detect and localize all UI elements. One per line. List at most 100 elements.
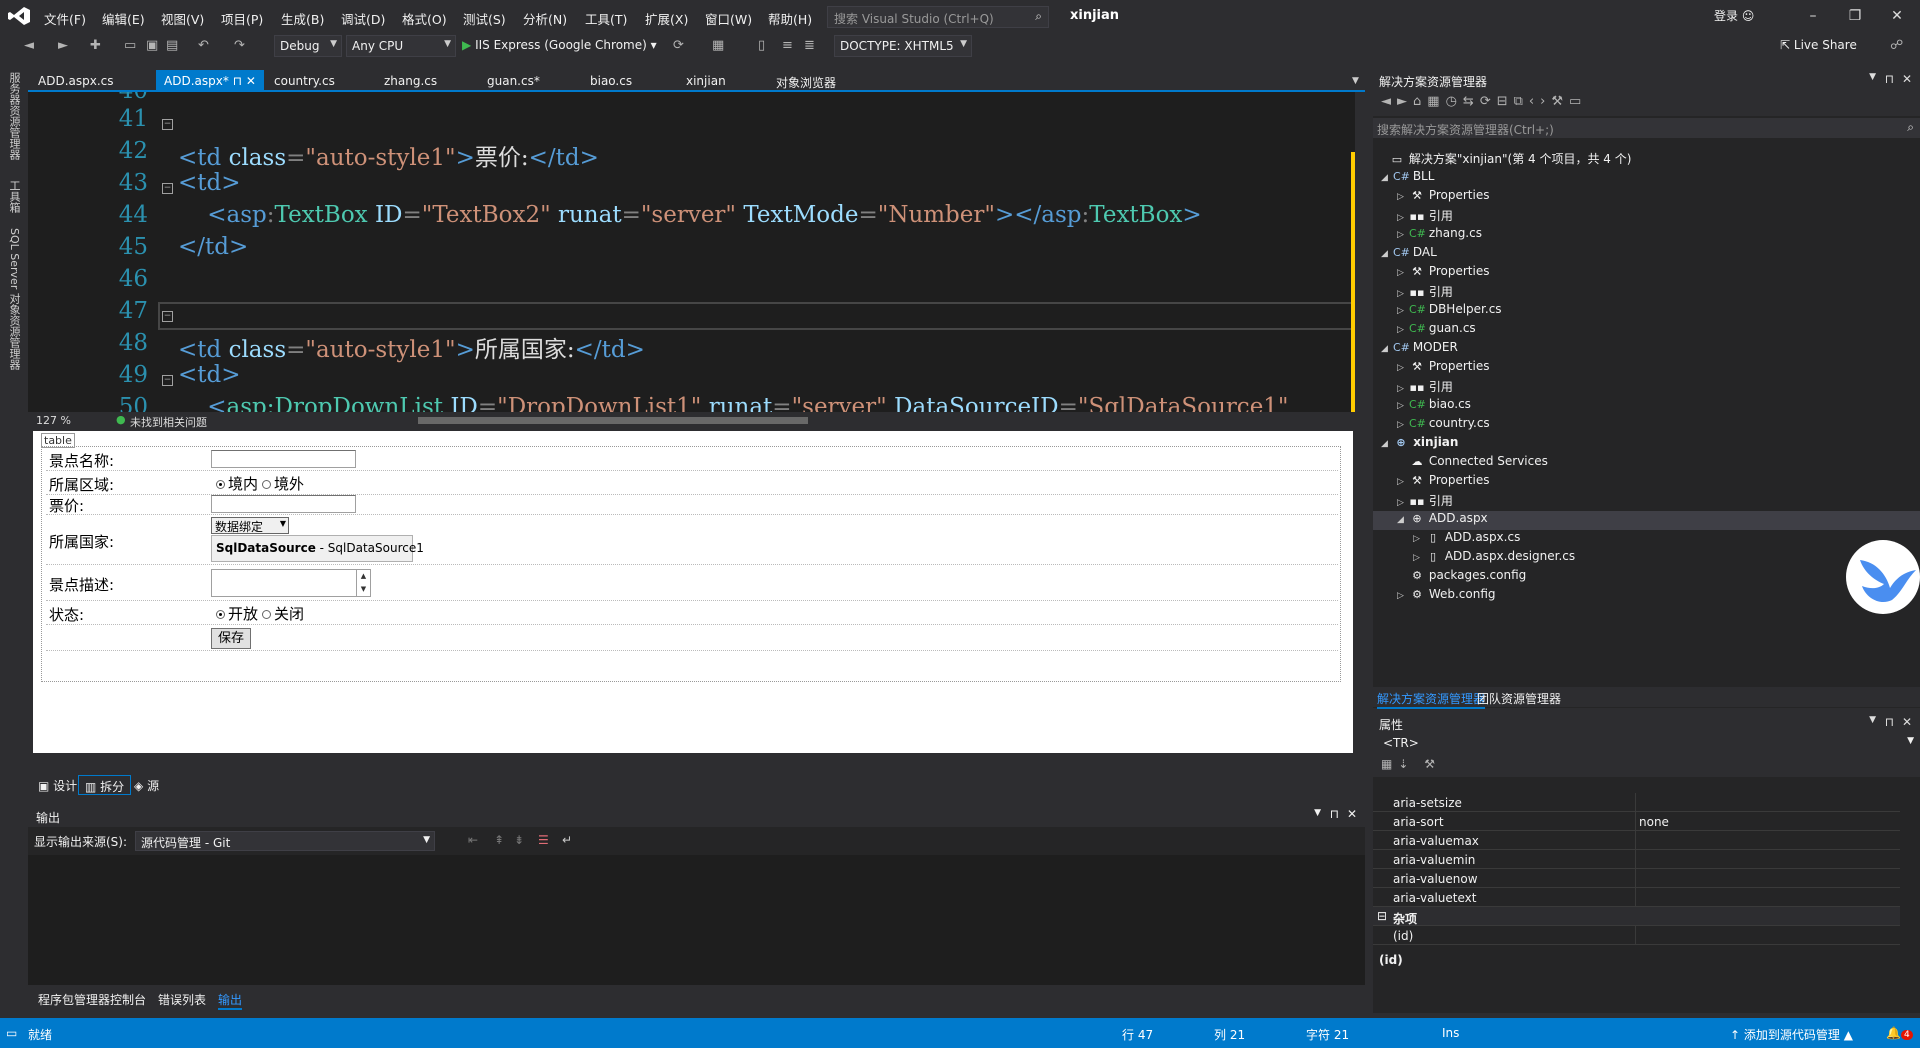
tree-item-references[interactable]: ▷ ▪▪ 引用 xyxy=(1397,378,1453,397)
save-button[interactable]: 保存 xyxy=(211,628,251,649)
properties-icon[interactable]: ⚒ xyxy=(1551,94,1569,109)
pending-changes-icon[interactable]: ◷ xyxy=(1446,94,1463,109)
menu-format[interactable]: 格式(O) xyxy=(402,9,447,28)
redo-icon[interactable]: ↷ xyxy=(234,38,245,53)
tree-item-file[interactable]: ▷ C# DBHelper.cs xyxy=(1397,302,1502,321)
collapse-all-icon[interactable]: ⊟ xyxy=(1497,94,1514,109)
output-source-combo[interactable]: 源代码管理 - Git ▼ xyxy=(135,831,435,851)
price-input[interactable] xyxy=(211,495,356,513)
tab-add-aspx[interactable]: ADD.aspx* ⊓ ✕ xyxy=(156,70,264,92)
categorized-icon[interactable]: ▦ xyxy=(1381,757,1398,771)
solution-search-input[interactable]: 搜索解决方案资源管理器(Ctrl+;) ⌕ xyxy=(1373,118,1920,138)
expanded-icon[interactable]: ◢ xyxy=(1381,173,1393,183)
tree-item-add-aspx[interactable]: ◢ ⊕ ADD.aspx xyxy=(1373,511,1920,530)
floating-assistant-icon[interactable] xyxy=(1846,540,1920,614)
design-view-tab[interactable]: ▣ 设计 xyxy=(32,775,83,795)
pin-icon[interactable]: ⊓ xyxy=(1885,715,1894,729)
solution-explorer-tab[interactable]: 解决方案资源管理器 xyxy=(1377,690,1486,709)
close-window-icon[interactable]: ✕ xyxy=(1880,4,1914,28)
tree-item-packages-config[interactable]: ⚙ packages.config xyxy=(1397,568,1526,587)
output-text-area[interactable] xyxy=(28,855,1365,985)
country-dropdown[interactable]: 数据绑定 ▼ xyxy=(211,517,289,534)
word-wrap-icon[interactable]: ↵ xyxy=(562,833,572,847)
design-view[interactable]: table 景点名称: 所属区域: 境内 境外 票价: 所属国家: 数据绑定 ▼ … xyxy=(33,431,1353,753)
notifications-icon[interactable]: 🔔 4 xyxy=(1886,1026,1913,1040)
tab-guan-cs[interactable]: guan.cs* xyxy=(479,70,548,92)
menu-tools[interactable]: 工具(T) xyxy=(585,9,627,28)
region-domestic-radio[interactable]: 境内 xyxy=(216,473,258,494)
tree-item-file[interactable]: ▷ ▯ ADD.aspx.cs xyxy=(1413,530,1520,549)
view-code-icon[interactable]: ‹› xyxy=(1529,94,1551,109)
panel-menu-icon[interactable]: ▼ xyxy=(1869,715,1876,725)
tree-item-properties[interactable]: ▷ ⚒ Properties xyxy=(1397,264,1489,283)
package-manager-console-tab[interactable]: 程序包管理器控制台 xyxy=(38,991,146,1008)
description-textarea[interactable]: ▲ ▼ xyxy=(211,569,371,597)
expanded-icon[interactable]: ◢ xyxy=(1397,515,1409,525)
tree-item-references[interactable]: ▷ ▪▪ 引用 xyxy=(1397,492,1453,511)
sql-server-explorer-tab[interactable]: SQL Server 对象资源管理器 xyxy=(6,228,22,370)
code-editor[interactable]: 40 41 42 43 44 45 46 47 48 49 50 − − − −… xyxy=(28,92,1365,412)
state-open-radio[interactable]: 开放 xyxy=(216,603,258,624)
home-icon[interactable]: ⌂ xyxy=(1413,94,1427,109)
sync-icon[interactable]: ⇆ xyxy=(1463,94,1480,109)
tree-item-properties[interactable]: ▷ ⚒ Properties xyxy=(1397,188,1489,207)
menu-test[interactable]: 测试(S) xyxy=(463,9,506,28)
property-row[interactable]: aria-valuetext xyxy=(1373,888,1900,907)
switch-views-icon[interactable]: ▦ xyxy=(1427,94,1445,109)
add-to-source-control[interactable]: ↑ 添加到源代码管理 ▲ xyxy=(1730,1026,1853,1043)
fold-toggle-icon[interactable]: − xyxy=(162,119,173,130)
collapsed-icon[interactable]: ▷ xyxy=(1397,230,1409,240)
server-explorer-tab[interactable]: 服务器资源管理器 xyxy=(6,72,22,160)
next-message-icon[interactable]: ⇟ xyxy=(514,833,524,847)
table-row[interactable]: 景点描述: ▲ ▼ xyxy=(46,565,1338,601)
back-icon[interactable]: ◄ xyxy=(24,38,34,53)
menu-file[interactable]: 文件(F) xyxy=(44,9,86,28)
fold-toggle-icon[interactable]: − xyxy=(162,183,173,194)
tree-item-solution[interactable]: ▭ 解决方案"xinjian"(第 4 个项目，共 4 个) xyxy=(1377,150,1632,169)
property-row[interactable]: aria-setsize xyxy=(1373,793,1900,812)
region-foreign-radio[interactable]: 境外 xyxy=(262,473,304,494)
table-row[interactable]: 景点名称: xyxy=(46,447,1338,471)
pin-icon[interactable]: ⊓ xyxy=(1330,807,1339,821)
tree-item-dal[interactable]: ◢ C# DAL xyxy=(1381,245,1437,264)
refresh-icon[interactable]: ⟳ xyxy=(673,38,684,53)
property-row[interactable]: aria-valuemin xyxy=(1373,850,1900,869)
editor-horizontal-scrollbar[interactable] xyxy=(418,417,808,424)
output-tab[interactable]: 输出 xyxy=(218,991,243,1010)
collapsed-icon[interactable]: ▷ xyxy=(1397,384,1409,394)
properties-object-combo[interactable]: <TR> ▼ xyxy=(1373,733,1920,753)
forward-icon[interactable]: ► xyxy=(58,38,68,53)
pin-icon[interactable]: ⊓ xyxy=(1885,72,1894,86)
page-icon[interactable]: ▯ xyxy=(758,38,765,53)
close-panel-icon[interactable]: ✕ xyxy=(1347,807,1357,821)
sql-data-source-control[interactable]: SqlDataSource - SqlDataSource1 xyxy=(211,535,424,562)
tab-zhang-cs[interactable]: zhang.cs xyxy=(376,70,445,92)
collapsed-icon[interactable]: ▷ xyxy=(1397,268,1409,278)
feedback-icon[interactable]: ☍ xyxy=(1890,38,1903,53)
collapsed-icon[interactable]: ▷ xyxy=(1397,213,1409,223)
property-row[interactable]: (id) xyxy=(1373,926,1900,945)
alphabetical-icon[interactable]: ⇣ xyxy=(1398,757,1414,771)
tree-item-properties[interactable]: ▷ ⚒ Properties xyxy=(1397,359,1489,378)
undo-icon[interactable]: ↶ xyxy=(198,38,209,53)
menu-edit[interactable]: 编辑(E) xyxy=(102,9,145,28)
collapsed-icon[interactable]: ▷ xyxy=(1397,192,1409,202)
platform-combo[interactable]: Any CPU ▼ xyxy=(346,35,456,57)
open-file-icon[interactable]: ▭ xyxy=(124,38,136,53)
menu-window[interactable]: 窗口(W) xyxy=(705,9,752,28)
state-closed-radio[interactable]: 关闭 xyxy=(262,603,304,624)
error-list-tab[interactable]: 错误列表 xyxy=(158,991,206,1008)
save-all-icon[interactable]: ▤ xyxy=(166,38,178,53)
tree-item-references[interactable]: ▷ ▪▪ 引用 xyxy=(1397,207,1453,226)
login-link[interactable]: 登录 ☺ xyxy=(1714,7,1754,24)
collapsed-icon[interactable]: ▷ xyxy=(1397,591,1409,601)
panel-menu-icon[interactable]: ▼ xyxy=(1869,72,1876,82)
source-view-tab[interactable]: ◈ 源 xyxy=(128,775,165,795)
property-row[interactable]: aria-valuemax xyxy=(1373,831,1900,850)
tree-item-file[interactable]: ▷ C# zhang.cs xyxy=(1397,226,1482,245)
team-explorer-tab[interactable]: 团队资源管理器 xyxy=(1477,690,1561,707)
find-message-icon[interactable]: ⇤ xyxy=(468,833,478,847)
close-tab-icon[interactable]: ✕ xyxy=(246,74,256,88)
collapse-icon[interactable]: ⊟ xyxy=(1377,909,1387,923)
close-panel-icon[interactable]: ✕ xyxy=(1902,72,1912,86)
